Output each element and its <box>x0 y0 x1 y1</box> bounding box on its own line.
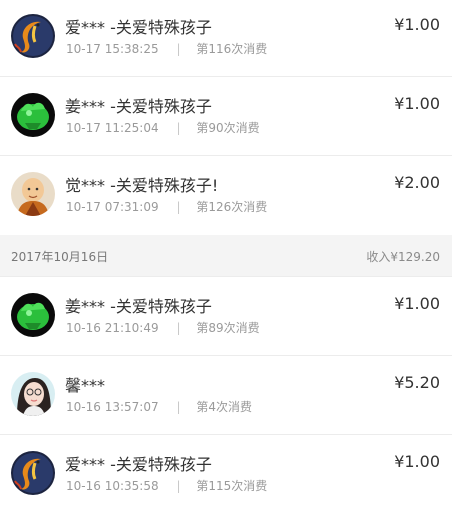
transaction-row[interactable]: 觉*** -关爱特殊孩子! 10-17 07:31:09 | 第126次消费 ¥… <box>0 156 452 235</box>
donor-name: 爱*** -关爱特殊孩子 <box>65 18 212 37</box>
transaction-date: 10-16 <box>66 321 101 335</box>
meta-separator: | <box>176 400 181 414</box>
transaction-time: 21:10:49 <box>104 321 159 335</box>
transaction-date: 10-16 <box>66 400 101 414</box>
meta-separator: | <box>176 321 181 335</box>
transaction-row[interactable]: 姜*** -关爱特殊孩子 10-17 11:25:04 | 第90次消费 ¥1.… <box>0 77 452 156</box>
group-income: 收入¥129.20 <box>366 250 440 264</box>
consumption-count: 第90次消费 <box>196 121 260 135</box>
meta-separator: | <box>176 479 181 493</box>
transaction-amount: ¥2.00 <box>394 173 440 192</box>
meta-separator: | <box>176 42 181 56</box>
green-plant-avatar <box>11 293 55 337</box>
transaction-meta: 10-16 21:10:49 | 第89次消费 <box>66 319 260 336</box>
transaction-date: 10-17 <box>66 42 101 56</box>
transaction-time: 11:25:04 <box>104 121 159 135</box>
transaction-meta: 10-17 15:38:25 | 第116次消费 <box>66 40 267 57</box>
group-date: 2017年10月16日 <box>11 250 109 264</box>
donor-name: 姜*** -关爱特殊孩子 <box>65 297 212 316</box>
consumption-count: 第4次消费 <box>196 400 252 414</box>
transaction-amount: ¥1.00 <box>394 15 440 34</box>
transaction-meta: 10-17 11:25:04 | 第90次消费 <box>66 119 260 136</box>
date-group-header: 2017年10月16日 收入¥129.20 <box>0 235 452 277</box>
transaction-row[interactable]: 爱*** -关爱特殊孩子 10-16 10:35:58 | 第115次消费 ¥1… <box>0 435 452 514</box>
transaction-row[interactable]: 爱*** -关爱特殊孩子 10-17 15:38:25 | 第116次消费 ¥1… <box>0 0 452 77</box>
transaction-row[interactable]: 馨*** 10-16 13:57:07 | 第4次消费 ¥5.20 <box>0 356 452 435</box>
monk-avatar <box>11 172 55 216</box>
transaction-meta: 10-17 07:31:09 | 第126次消费 <box>66 198 267 215</box>
transaction-time: 10:35:58 <box>104 479 159 493</box>
transaction-list: 爱*** -关爱特殊孩子 10-17 15:38:25 | 第116次消费 ¥1… <box>0 0 452 514</box>
transaction-amount: ¥1.00 <box>394 294 440 313</box>
donor-name: 姜*** -关爱特殊孩子 <box>65 97 212 116</box>
donor-name: 爱*** -关爱特殊孩子 <box>65 455 212 474</box>
meta-separator: | <box>176 200 181 214</box>
koi-fish-avatar <box>11 14 55 58</box>
girl-photo-avatar <box>11 372 55 416</box>
transaction-amount: ¥1.00 <box>394 452 440 471</box>
consumption-count: 第115次消费 <box>196 479 268 493</box>
green-plant-avatar <box>11 93 55 137</box>
transaction-time: 13:57:07 <box>104 400 159 414</box>
transaction-amount: ¥1.00 <box>394 94 440 113</box>
transaction-time: 07:31:09 <box>104 200 159 214</box>
meta-separator: | <box>176 121 181 135</box>
koi-fish-avatar <box>11 451 55 495</box>
consumption-count: 第126次消费 <box>196 200 268 214</box>
transaction-meta: 10-16 13:57:07 | 第4次消费 <box>66 398 252 415</box>
transaction-time: 15:38:25 <box>104 42 159 56</box>
consumption-count: 第89次消费 <box>196 321 260 335</box>
transaction-date: 10-17 <box>66 121 101 135</box>
donor-name: 馨*** <box>65 376 106 395</box>
donor-name: 觉*** -关爱特殊孩子! <box>65 176 219 195</box>
transaction-date: 10-17 <box>66 200 101 214</box>
transaction-amount: ¥5.20 <box>394 373 440 392</box>
consumption-count: 第116次消费 <box>196 42 268 56</box>
transaction-meta: 10-16 10:35:58 | 第115次消费 <box>66 477 267 494</box>
transaction-row[interactable]: 姜*** -关爱特殊孩子 10-16 21:10:49 | 第89次消费 ¥1.… <box>0 277 452 356</box>
transaction-date: 10-16 <box>66 479 101 493</box>
